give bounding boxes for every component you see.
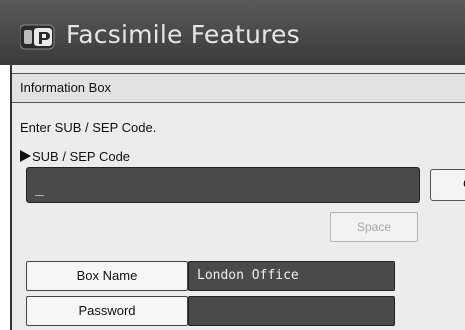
code-field-label-text: SUB / SEP Code: [32, 149, 131, 164]
sub-sep-code-input[interactable]: _: [26, 167, 420, 203]
section-header: Information Box: [12, 73, 465, 103]
password-value: [188, 296, 395, 326]
fax-screen: Facsimile Features Information Box Enter…: [0, 0, 465, 330]
clear-button[interactable]: C: [430, 169, 465, 201]
triangle-right-icon: [20, 150, 31, 162]
instruction-text: Enter SUB / SEP Code.: [20, 120, 157, 135]
window-title: Facsimile Features: [66, 20, 300, 49]
section-title: Information Box: [20, 80, 112, 95]
code-field-label: SUB / SEP Code: [20, 149, 130, 164]
fax-machine-icon: [20, 24, 55, 50]
text-cursor: _: [35, 178, 45, 196]
box-name-value: London Office: [188, 261, 395, 291]
space-button[interactable]: Space: [330, 212, 418, 242]
box-name-button[interactable]: Box Name: [26, 261, 188, 291]
title-bar: Facsimile Features: [0, 0, 465, 65]
password-button[interactable]: Password: [26, 296, 188, 326]
box-name-text: London Office: [197, 268, 299, 283]
content-panel: Information Box Enter SUB / SEP Code. SU…: [10, 65, 465, 330]
